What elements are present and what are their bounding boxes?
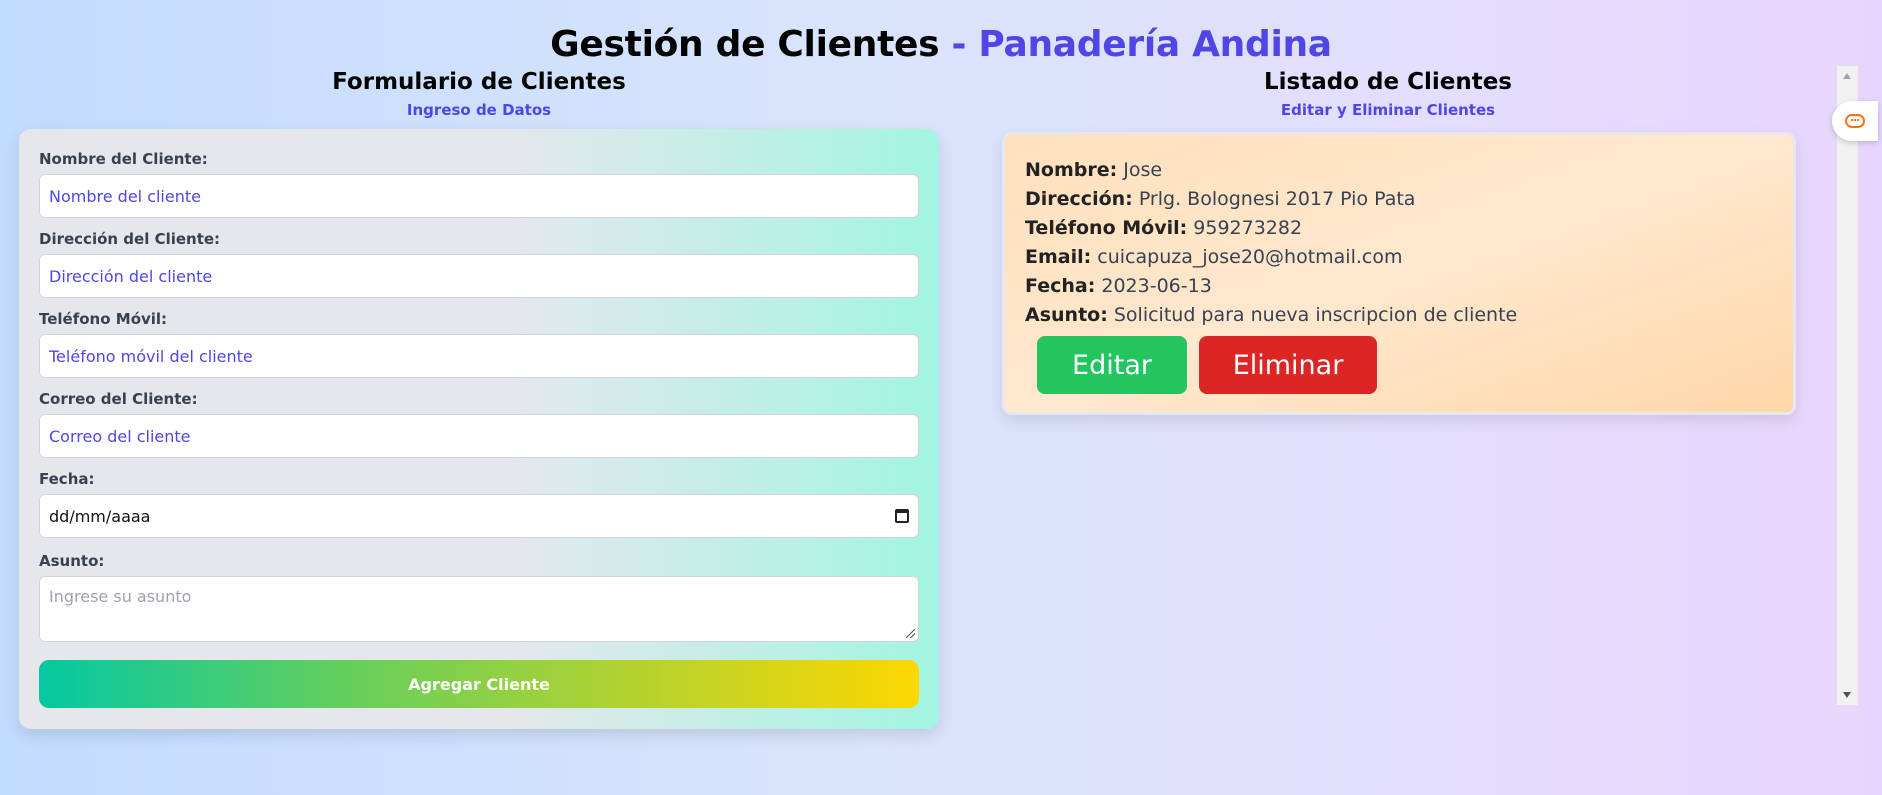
client-phone-row: Teléfono Móvil: 959273282 (1025, 214, 1773, 243)
page-title: Gestión de Clientes - Panadería Andina (0, 24, 1882, 65)
field-client-phone: Teléfono Móvil: Teléfono móvil del clien… (39, 309, 919, 389)
client-address-input[interactable]: Dirección del cliente (39, 254, 919, 298)
client-phone-input[interactable]: Teléfono móvil del cliente (39, 334, 919, 378)
field-label: Asunto: (39, 552, 105, 570)
row-value: 2023-06-13 (1101, 275, 1212, 297)
chat-button[interactable] (1832, 101, 1878, 141)
field-label: Dirección del Cliente: (39, 230, 221, 248)
client-name-row: Nombre: Jose (1025, 156, 1773, 185)
scroll-down-icon[interactable] (1843, 692, 1851, 698)
form-section-title: Formulario de Clientes (332, 69, 626, 95)
field-label: Correo del Cliente: (39, 390, 198, 408)
field-label: Teléfono Móvil: (39, 310, 168, 328)
client-address-row: Dirección: Prlg. Bolognesi 2017 Pio Pata (1025, 185, 1773, 214)
form-section-header: Formulario de Clientes Ingreso de Datos (19, 69, 939, 119)
list-section-subtitle: Editar y Eliminar Clientes (1280, 101, 1496, 119)
client-email-row: Email: cuicapuza_jose20@hotmail.com (1025, 243, 1773, 272)
field-label: Fecha: (39, 470, 95, 488)
field-client-email: Correo del Cliente: Correo del cliente (39, 389, 919, 469)
client-card: Nombre: Jose Dirección: Prlg. Bolognesi … (1002, 132, 1796, 415)
chat-icon (1845, 114, 1865, 128)
row-value: 959273282 (1193, 217, 1303, 239)
list-section-title: Listado de Clientes (1264, 69, 1512, 95)
client-email-input[interactable]: Correo del cliente (39, 414, 919, 458)
title-separator: - (939, 24, 979, 65)
form-section-subtitle: Ingreso de Datos (406, 101, 552, 119)
row-value: Prlg. Bolognesi 2017 Pio Pata (1138, 188, 1416, 210)
row-key: Nombre: (1025, 159, 1118, 181)
subject-textarea[interactable]: Ingrese su asunto (39, 576, 919, 642)
client-name-input[interactable]: Nombre del cliente (39, 174, 919, 218)
scrollbar[interactable] (1837, 66, 1858, 705)
field-client-name: Nombre del Cliente: Nombre del cliente (39, 149, 919, 229)
scroll-up-icon[interactable] (1843, 73, 1851, 79)
client-date-row: Fecha: 2023-06-13 (1025, 272, 1773, 301)
row-value: cuicapuza_jose20@hotmail.com (1097, 246, 1403, 268)
list-section-header: Listado de Clientes Editar y Eliminar Cl… (1002, 69, 1774, 119)
row-value: Solicitud para nueva inscripcion de clie… (1113, 304, 1518, 326)
resize-handle-icon[interactable] (906, 629, 915, 638)
client-form: Nombre del Cliente: Nombre del cliente D… (19, 129, 939, 729)
calendar-icon[interactable] (895, 509, 909, 523)
row-key: Asunto: (1025, 304, 1108, 326)
date-placeholder: dd/mm/aaaa (49, 506, 151, 526)
client-actions: Editar Eliminar (1037, 336, 1773, 394)
delete-button[interactable]: Eliminar (1199, 336, 1377, 394)
add-client-button[interactable]: Agregar Cliente (39, 660, 919, 708)
field-date: Fecha: dd/mm/aaaa (39, 469, 919, 551)
date-input[interactable]: dd/mm/aaaa (39, 494, 919, 538)
field-subject: Asunto: Ingrese su asunto (39, 551, 919, 642)
row-value: Jose (1123, 159, 1163, 181)
row-key: Fecha: (1025, 275, 1096, 297)
title-main: Gestión de Clientes (550, 24, 940, 65)
subject-placeholder: Ingrese su asunto (49, 587, 192, 606)
title-brand: Panadería Andina (978, 24, 1332, 65)
field-client-address: Dirección del Cliente: Dirección del cli… (39, 229, 919, 309)
row-key: Email: (1025, 246, 1092, 268)
edit-button[interactable]: Editar (1037, 336, 1187, 394)
row-key: Dirección: (1025, 188, 1133, 210)
field-label: Nombre del Cliente: (39, 150, 208, 168)
client-subject-row: Asunto: Solicitud para nueva inscripcion… (1025, 301, 1773, 330)
row-key: Teléfono Móvil: (1025, 217, 1188, 239)
